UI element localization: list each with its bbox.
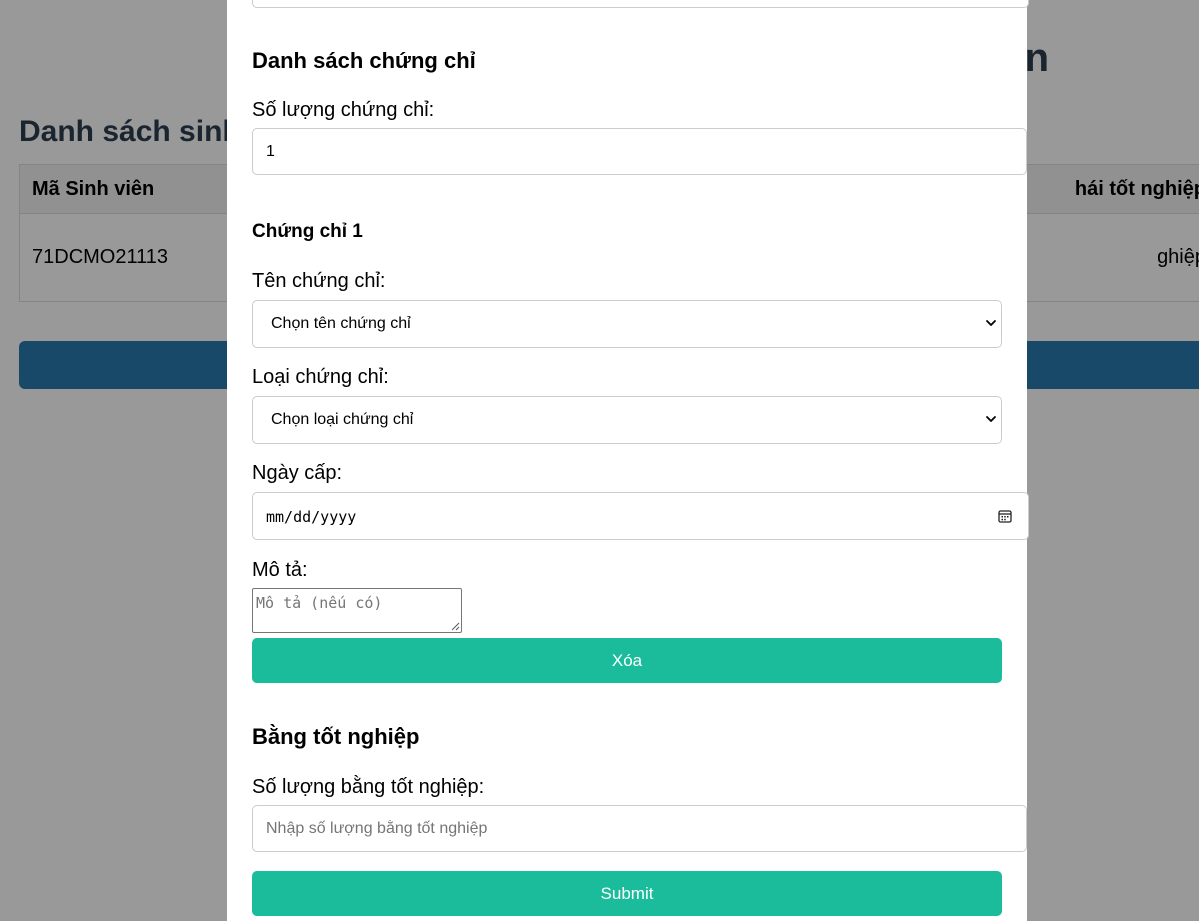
description-textarea[interactable]: Mô tả (nếu có) [252,588,462,633]
certificate-type-label: Loại chứng chỉ: [252,366,389,388]
diplomas-heading: Bằng tốt nghiệp [252,724,420,749]
certificate-1-heading: Chứng chỉ 1 [252,221,363,242]
certificate-count-label: Số lượng chứng chỉ: [252,99,435,121]
submit-button[interactable]: Submit [252,871,1002,916]
diploma-count-label: Số lượng bằng tốt nghiệp: [252,776,485,798]
chevron-down-icon [986,416,996,422]
certificate-name-select[interactable]: Chọn tên chứng chỉ [252,300,1002,348]
chevron-down-icon [986,320,996,326]
certificate-name-select-value: Chọn tên chứng chỉ [271,315,411,332]
certificate-type-select-value: Chọn loại chứng chỉ [271,411,414,428]
calendar-icon[interactable] [998,509,1012,523]
previous-input-field[interactable] [252,0,1029,8]
issue-date-label: Ngày cấp: [252,462,343,484]
certificate-count-input[interactable] [252,128,1027,175]
issue-date-input[interactable]: mm/dd/yyyy [252,492,1029,540]
description-label: Mô tả: [252,559,308,581]
description-placeholder: Mô tả (nếu có) [256,594,383,612]
certificate-type-select[interactable]: Chọn loại chứng chỉ [252,396,1002,444]
issue-date-placeholder: mm/dd/yyyy [266,508,357,526]
certificates-heading: Danh sách chứng chỉ [252,48,476,73]
diploma-count-input[interactable] [252,805,1027,852]
resize-grip-icon[interactable] [451,622,460,631]
delete-certificate-button[interactable]: Xóa [252,638,1002,683]
certificate-name-label: Tên chứng chỉ: [252,270,386,292]
